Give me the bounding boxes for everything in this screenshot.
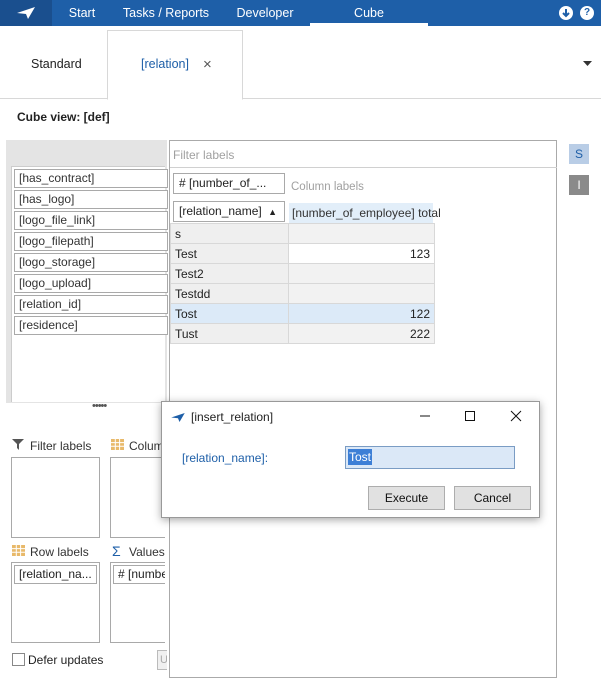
dropdown-arrow-icon[interactable] bbox=[583, 56, 592, 70]
value-cell[interactable] bbox=[288, 263, 435, 284]
cancel-button[interactable]: Cancel bbox=[454, 486, 531, 510]
close-icon[interactable] bbox=[510, 410, 522, 425]
field-item[interactable]: [logo_storage] bbox=[14, 253, 168, 272]
nav-start[interactable]: Start bbox=[52, 0, 112, 26]
relation-name-input[interactable]: Tost bbox=[345, 446, 515, 469]
pivot-table: s Test 123 Test2 Testdd Tost 122 Tust 22… bbox=[170, 223, 435, 344]
tab-relation[interactable]: [relation] bbox=[141, 57, 189, 71]
filter-labels-zone[interactable]: Filter labels bbox=[173, 148, 234, 162]
paper-plane-icon bbox=[17, 7, 35, 19]
download-icon[interactable] bbox=[559, 6, 573, 20]
nav-developer[interactable]: Developer bbox=[220, 0, 310, 26]
sigma-icon: Σ bbox=[112, 543, 121, 559]
table-row-selected[interactable]: Tost 122 bbox=[170, 303, 435, 324]
filter-icon bbox=[12, 439, 24, 453]
row-field-header-label: [relation_name] bbox=[179, 204, 262, 218]
values-zone-label: Values bbox=[129, 545, 165, 559]
filter-divider bbox=[170, 167, 557, 168]
top-nav-bar: Start Tasks / Reports Developer Cube ? bbox=[0, 0, 601, 26]
paper-plane-icon bbox=[171, 411, 185, 425]
rows-icon bbox=[12, 545, 25, 559]
value-cell[interactable] bbox=[288, 223, 435, 244]
measure-field-chip[interactable]: # [number_of_... bbox=[173, 173, 285, 194]
help-icon[interactable]: ? bbox=[580, 6, 594, 20]
side-button-i[interactable]: I bbox=[569, 175, 589, 195]
nav-tasks-reports[interactable]: Tasks / Reports bbox=[112, 0, 220, 26]
sort-ascending-icon[interactable]: ▲ bbox=[268, 207, 277, 217]
table-row[interactable]: Tust 222 bbox=[170, 323, 435, 344]
defer-updates-checkbox[interactable] bbox=[12, 653, 25, 666]
value-cell[interactable] bbox=[288, 283, 435, 304]
row-field-header-chip[interactable]: [relation_name] ▲ bbox=[173, 201, 285, 222]
row-zone-label: Row labels bbox=[30, 545, 89, 559]
execute-button[interactable]: Execute bbox=[368, 486, 445, 510]
row-header-cell[interactable]: Tost bbox=[170, 303, 289, 324]
filter-drop-zone[interactable] bbox=[11, 457, 100, 538]
splitter-handle[interactable]: ••••• bbox=[92, 400, 107, 412]
table-row[interactable]: s bbox=[170, 223, 435, 244]
relation-name-label: [relation_name]: bbox=[182, 451, 269, 465]
value-cell[interactable]: 222 bbox=[288, 323, 435, 344]
table-row[interactable]: Test 123 bbox=[170, 243, 435, 264]
maximize-icon[interactable] bbox=[464, 410, 476, 425]
defer-updates-label: Defer updates bbox=[28, 653, 104, 667]
update-button[interactable]: U bbox=[157, 650, 167, 670]
columns-drop-zone[interactable] bbox=[110, 457, 165, 538]
cube-view-title: Cube view: [def] bbox=[17, 110, 110, 124]
row-field-chip[interactable]: [relation_na... bbox=[14, 565, 97, 584]
tab-standard[interactable]: Standard bbox=[31, 57, 82, 71]
columns-zone-label: Columns bbox=[129, 439, 165, 453]
value-cell[interactable]: 122 bbox=[288, 303, 435, 324]
table-row[interactable]: Test2 bbox=[170, 263, 435, 284]
column-labels-zone[interactable]: Column labels bbox=[291, 181, 364, 193]
row-header-cell[interactable]: Testdd bbox=[170, 283, 289, 304]
row-header-cell[interactable]: Test bbox=[170, 243, 289, 264]
field-item[interactable]: [has_contract] bbox=[14, 169, 168, 188]
table-row[interactable]: Testdd bbox=[170, 283, 435, 304]
row-header-cell[interactable]: Test2 bbox=[170, 263, 289, 284]
field-item[interactable]: [has_logo] bbox=[14, 190, 168, 209]
row-header-cell[interactable]: Tust bbox=[170, 323, 289, 344]
minimize-icon[interactable] bbox=[419, 410, 431, 425]
row-header-cell[interactable]: s bbox=[170, 223, 289, 244]
dialog-title: [insert_relation] bbox=[191, 410, 274, 424]
field-item[interactable]: [logo_upload] bbox=[14, 274, 168, 293]
field-item[interactable]: [residence] bbox=[14, 316, 168, 335]
value-field-chip[interactable]: # [numbe bbox=[113, 565, 165, 584]
field-item[interactable]: [logo_filepath] bbox=[14, 232, 168, 251]
relation-name-value: Tost bbox=[348, 449, 373, 465]
field-item[interactable]: [logo_file_link] bbox=[14, 211, 168, 230]
tab-close-icon[interactable]: × bbox=[203, 56, 212, 73]
nav-cube[interactable]: Cube bbox=[310, 0, 428, 26]
field-item[interactable]: [relation_id] bbox=[14, 295, 168, 314]
value-cell[interactable]: 123 bbox=[288, 243, 435, 264]
column-header[interactable]: [number_of_employee] total bbox=[289, 203, 441, 223]
document-tabs bbox=[0, 26, 601, 99]
filter-zone-label: Filter labels bbox=[30, 439, 92, 453]
app-logo[interactable] bbox=[0, 0, 52, 26]
side-button-s[interactable]: S bbox=[569, 144, 589, 164]
columns-icon bbox=[111, 439, 124, 453]
